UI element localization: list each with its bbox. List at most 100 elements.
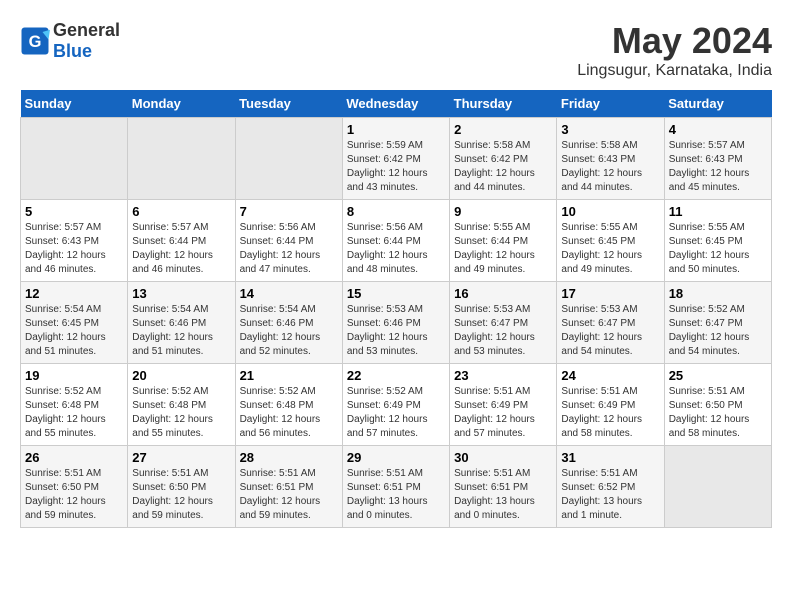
day-info: Sunrise: 5:57 AM Sunset: 6:44 PM Dayligh… (132, 221, 230, 277)
day-header-saturday: Saturday (664, 90, 771, 118)
day-number: 20 (132, 368, 230, 383)
calendar-cell: 25Sunrise: 5:51 AM Sunset: 6:50 PM Dayli… (664, 364, 771, 446)
day-info: Sunrise: 5:59 AM Sunset: 6:42 PM Dayligh… (347, 139, 445, 195)
calendar-cell: 8 Sunrise: 5:56 AM Sunset: 6:44 PM Daylig… (342, 200, 449, 282)
day-info: Sunrise: 5:51 AM Sunset: 6:49 PM Dayligh… (561, 385, 659, 441)
day-header-wednesday: Wednesday (342, 90, 449, 118)
calendar-cell: 11 Sunrise: 5:55 AM Sunset: 6:45 PM Dayli… (664, 200, 771, 282)
day-number: 31 (561, 450, 659, 465)
day-header-monday: Monday (128, 90, 235, 118)
calendar-cell: 18 Sunrise: 5:52 AM Sunset: 6:47 PM Dayli… (664, 282, 771, 364)
day-info: Sunrise: 5:56 AM Sunset: 6:44 PM Dayligh… (347, 221, 445, 277)
calendar-cell: 31 Sunrise: 5:51 AM Sunset: 6:52 PM Dayli… (557, 446, 664, 528)
week-row-3: 12Sunrise: 5:54 AM Sunset: 6:45 PM Dayli… (21, 282, 772, 364)
calendar-cell (664, 446, 771, 528)
day-header-friday: Friday (557, 90, 664, 118)
day-info: Sunrise: 5:57 AM Sunset: 6:43 PM Dayligh… (669, 139, 767, 195)
week-row-2: 5 Sunrise: 5:57 AM Sunset: 6:43 PM Daylig… (21, 200, 772, 282)
calendar-cell: 24Sunrise: 5:51 AM Sunset: 6:49 PM Dayli… (557, 364, 664, 446)
day-info: Sunrise: 5:51 AM Sunset: 6:51 PM Dayligh… (454, 467, 552, 523)
day-number: 1 (347, 122, 445, 137)
calendar-cell: 12Sunrise: 5:54 AM Sunset: 6:45 PM Dayli… (21, 282, 128, 364)
calendar-cell: 27Sunrise: 5:51 AM Sunset: 6:50 PM Dayli… (128, 446, 235, 528)
day-number: 3 (561, 122, 659, 137)
day-header-thursday: Thursday (450, 90, 557, 118)
calendar-cell: 21 Sunrise: 5:52 AM Sunset: 6:48 PM Dayli… (235, 364, 342, 446)
calendar-cell: 17Sunrise: 5:53 AM Sunset: 6:47 PM Dayli… (557, 282, 664, 364)
calendar-cell (235, 118, 342, 200)
day-info: Sunrise: 5:53 AM Sunset: 6:47 PM Dayligh… (454, 303, 552, 359)
calendar-cell: 1 Sunrise: 5:59 AM Sunset: 6:42 PM Daylig… (342, 118, 449, 200)
day-number: 16 (454, 286, 552, 301)
calendar-cell: 4 Sunrise: 5:57 AM Sunset: 6:43 PM Daylig… (664, 118, 771, 200)
calendar-table: SundayMondayTuesdayWednesdayThursdayFrid… (20, 90, 772, 528)
day-info: Sunrise: 5:55 AM Sunset: 6:45 PM Dayligh… (561, 221, 659, 277)
day-number: 28 (240, 450, 338, 465)
day-info: Sunrise: 5:54 AM Sunset: 6:46 PM Dayligh… (132, 303, 230, 359)
calendar-cell: 7Sunrise: 5:56 AM Sunset: 6:44 PM Daylig… (235, 200, 342, 282)
calendar-cell: 29Sunrise: 5:51 AM Sunset: 6:51 PM Dayli… (342, 446, 449, 528)
week-row-1: 1 Sunrise: 5:59 AM Sunset: 6:42 PM Daylig… (21, 118, 772, 200)
day-info: Sunrise: 5:55 AM Sunset: 6:44 PM Dayligh… (454, 221, 552, 277)
week-row-4: 19 Sunrise: 5:52 AM Sunset: 6:48 PM Dayli… (21, 364, 772, 446)
calendar-subtitle: Lingsugur, Karnataka, India (577, 62, 772, 80)
day-info: Sunrise: 5:54 AM Sunset: 6:45 PM Dayligh… (25, 303, 123, 359)
calendar-cell: 28Sunrise: 5:51 AM Sunset: 6:51 PM Dayli… (235, 446, 342, 528)
day-number: 19 (25, 368, 123, 383)
svg-text:G: G (29, 33, 42, 51)
day-number: 4 (669, 122, 767, 137)
logo-blue-text: Blue (53, 41, 92, 61)
day-number: 27 (132, 450, 230, 465)
day-info: Sunrise: 5:51 AM Sunset: 6:51 PM Dayligh… (347, 467, 445, 523)
day-number: 6 (132, 204, 230, 219)
header-row: SundayMondayTuesdayWednesdayThursdayFrid… (21, 90, 772, 118)
calendar-cell: 6 Sunrise: 5:57 AM Sunset: 6:44 PM Daylig… (128, 200, 235, 282)
calendar-cell: 23Sunrise: 5:51 AM Sunset: 6:49 PM Dayli… (450, 364, 557, 446)
day-info: Sunrise: 5:58 AM Sunset: 6:42 PM Dayligh… (454, 139, 552, 195)
calendar-cell: 26Sunrise: 5:51 AM Sunset: 6:50 PM Dayli… (21, 446, 128, 528)
calendar-cell: 2 Sunrise: 5:58 AM Sunset: 6:42 PM Daylig… (450, 118, 557, 200)
day-info: Sunrise: 5:54 AM Sunset: 6:46 PM Dayligh… (240, 303, 338, 359)
calendar-cell: 16 Sunrise: 5:53 AM Sunset: 6:47 PM Dayli… (450, 282, 557, 364)
day-number: 10 (561, 204, 659, 219)
day-number: 23 (454, 368, 552, 383)
calendar-cell: 14 Sunrise: 5:54 AM Sunset: 6:46 PM Dayli… (235, 282, 342, 364)
calendar-cell: 20 Sunrise: 5:52 AM Sunset: 6:48 PM Dayli… (128, 364, 235, 446)
day-info: Sunrise: 5:52 AM Sunset: 6:48 PM Dayligh… (240, 385, 338, 441)
day-info: Sunrise: 5:51 AM Sunset: 6:52 PM Dayligh… (561, 467, 659, 523)
calendar-cell (21, 118, 128, 200)
day-number: 13 (132, 286, 230, 301)
day-info: Sunrise: 5:53 AM Sunset: 6:47 PM Dayligh… (561, 303, 659, 359)
day-info: Sunrise: 5:51 AM Sunset: 6:50 PM Dayligh… (669, 385, 767, 441)
calendar-cell: 22Sunrise: 5:52 AM Sunset: 6:49 PM Dayli… (342, 364, 449, 446)
calendar-cell: 10 Sunrise: 5:55 AM Sunset: 6:45 PM Dayli… (557, 200, 664, 282)
calendar-cell: 13 Sunrise: 5:54 AM Sunset: 6:46 PM Dayli… (128, 282, 235, 364)
day-info: Sunrise: 5:57 AM Sunset: 6:43 PM Dayligh… (25, 221, 123, 277)
day-number: 14 (240, 286, 338, 301)
title-area: May 2024 Lingsugur, Karnataka, India (577, 20, 772, 80)
calendar-cell: 15 Sunrise: 5:53 AM Sunset: 6:46 PM Dayli… (342, 282, 449, 364)
day-number: 15 (347, 286, 445, 301)
header: G General Blue May 2024 Lingsugur, Karna… (20, 20, 772, 80)
day-number: 11 (669, 204, 767, 219)
day-info: Sunrise: 5:52 AM Sunset: 6:48 PM Dayligh… (132, 385, 230, 441)
day-number: 18 (669, 286, 767, 301)
week-row-5: 26Sunrise: 5:51 AM Sunset: 6:50 PM Dayli… (21, 446, 772, 528)
day-info: Sunrise: 5:52 AM Sunset: 6:47 PM Dayligh… (669, 303, 767, 359)
day-number: 7 (240, 204, 338, 219)
day-number: 8 (347, 204, 445, 219)
day-number: 22 (347, 368, 445, 383)
day-info: Sunrise: 5:55 AM Sunset: 6:45 PM Dayligh… (669, 221, 767, 277)
calendar-title: May 2024 (577, 20, 772, 62)
day-number: 5 (25, 204, 123, 219)
day-number: 21 (240, 368, 338, 383)
day-info: Sunrise: 5:53 AM Sunset: 6:46 PM Dayligh… (347, 303, 445, 359)
day-number: 2 (454, 122, 552, 137)
day-info: Sunrise: 5:51 AM Sunset: 6:50 PM Dayligh… (25, 467, 123, 523)
logo-general-text: General (53, 20, 120, 40)
calendar-cell: 9Sunrise: 5:55 AM Sunset: 6:44 PM Daylig… (450, 200, 557, 282)
logo-icon: G (20, 26, 50, 56)
day-header-tuesday: Tuesday (235, 90, 342, 118)
calendar-cell: 19Sunrise: 5:52 AM Sunset: 6:48 PM Dayli… (21, 364, 128, 446)
logo: G General Blue (20, 20, 120, 62)
